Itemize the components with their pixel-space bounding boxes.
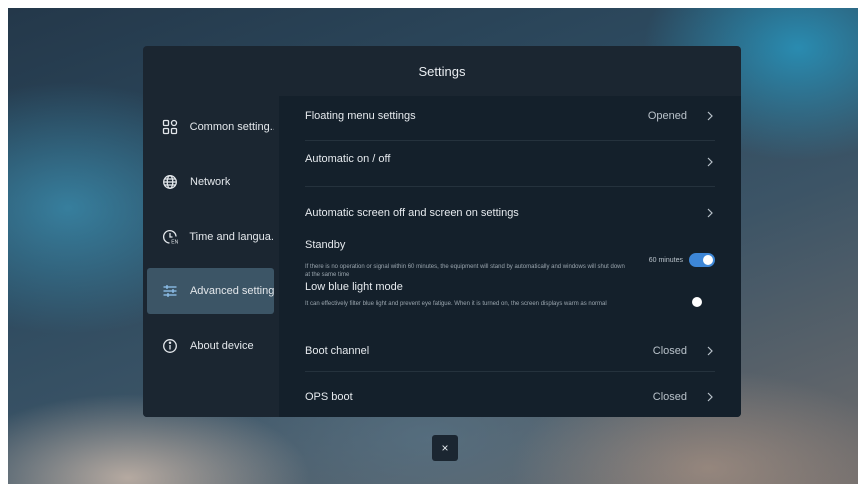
sidebar-item-label: About device bbox=[190, 340, 254, 352]
standby-value: 60 minutes bbox=[648, 257, 683, 264]
standby-toggle[interactable] bbox=[689, 253, 715, 267]
toggle-knob bbox=[692, 297, 702, 307]
standby-title: Standby bbox=[305, 239, 346, 251]
sidebar-item-label: Advanced setting bbox=[189, 285, 274, 297]
boot-channel-value: Closed bbox=[652, 345, 687, 357]
boot-channel-row[interactable]: Boot channel Closed bbox=[305, 326, 715, 372]
sidebar-item-about-device[interactable]: About device bbox=[147, 323, 274, 369]
sidebar-item-label: Time and langua.. bbox=[189, 231, 274, 243]
auto-on-off-row[interactable]: Automatic on / off bbox=[305, 141, 715, 187]
settings-dialog: Settings Common setting.. Network EN Tim… bbox=[143, 46, 741, 417]
auto-on-off-title: Automatic on / off bbox=[305, 153, 391, 165]
floating-menu-row[interactable]: Floating menu settings Opened bbox=[305, 96, 715, 141]
clock-language-icon: EN bbox=[161, 228, 178, 246]
sidebar-item-time-language[interactable]: EN Time and langua.. bbox=[147, 214, 274, 260]
sidebar-item-label: Common setting.. bbox=[189, 121, 274, 133]
chevron-right-icon bbox=[707, 392, 713, 402]
close-button[interactable]: × bbox=[432, 435, 458, 461]
dialog-title: Settings bbox=[418, 63, 466, 79]
sidebar-item-label: Network bbox=[190, 176, 231, 188]
ops-boot-title: OPS boot bbox=[305, 391, 353, 403]
boot-channel-title: Boot channel bbox=[305, 345, 370, 357]
standby-description: If there is no operation or signal withi… bbox=[305, 264, 625, 278]
svg-text:EN: EN bbox=[171, 240, 178, 245]
info-icon bbox=[161, 337, 179, 355]
globe-icon bbox=[161, 173, 179, 191]
ops-boot-row[interactable]: OPS boot Closed bbox=[305, 372, 715, 417]
sliders-icon bbox=[161, 282, 179, 300]
low-blue-light-toggle[interactable] bbox=[689, 295, 715, 309]
settings-sidebar: Common setting.. Network EN Time and lan… bbox=[143, 96, 278, 417]
low-blue-light-description: It can effectively filter blue light and… bbox=[305, 301, 607, 307]
low-blue-light-row: Low blue light mode It can effectively f… bbox=[305, 279, 715, 325]
desktop-background: Settings Common setting.. Network EN Tim… bbox=[8, 8, 858, 484]
chevron-right-icon bbox=[707, 208, 713, 218]
grid-icon bbox=[161, 118, 179, 136]
sidebar-item-common-settings[interactable]: Common setting.. bbox=[147, 104, 274, 150]
auto-screen-row[interactable]: Automatic screen off and screen on setti… bbox=[305, 187, 715, 232]
floating-menu-title: Floating menu settings bbox=[305, 110, 416, 122]
low-blue-light-title: Low blue light mode bbox=[305, 281, 403, 293]
auto-screen-title: Automatic screen off and screen on setti… bbox=[305, 207, 519, 219]
settings-content: Floating menu settings Opened Automatic … bbox=[279, 96, 741, 417]
toggle-knob bbox=[703, 255, 713, 265]
chevron-right-icon bbox=[707, 346, 713, 356]
ops-boot-value: Closed bbox=[652, 391, 687, 403]
standby-row: Standby If there is no operation or sign… bbox=[305, 233, 715, 279]
floating-menu-value: Opened bbox=[647, 110, 687, 122]
chevron-right-icon bbox=[707, 157, 713, 167]
sidebar-item-network[interactable]: Network bbox=[147, 159, 274, 205]
chevron-right-icon bbox=[707, 111, 713, 121]
sidebar-item-advanced-setting[interactable]: Advanced setting bbox=[147, 268, 274, 314]
